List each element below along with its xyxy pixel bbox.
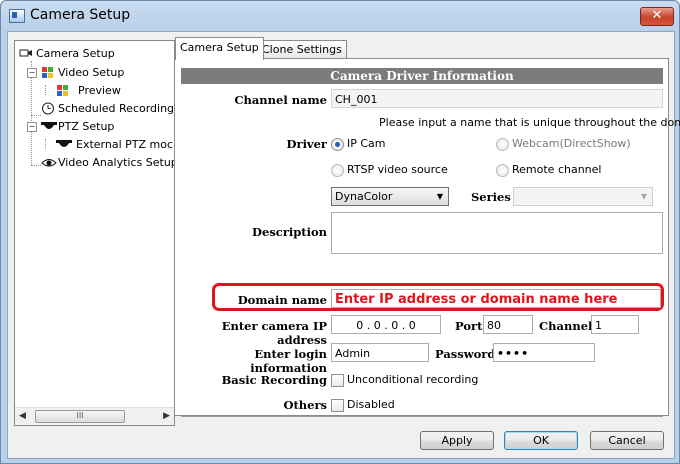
ok-button[interactable]: OK [504,431,578,450]
domain-name-label: Domain name [237,293,327,307]
driver-remote-radio[interactable] [496,164,509,177]
disabled-checkbox[interactable] [331,399,344,412]
ip-address-label: Enter camera IP address [221,319,327,347]
tree-item-preview[interactable]: Preview [56,82,121,98]
scroll-right-icon[interactable]: ▶ [163,411,170,421]
driver-rtsp-radio[interactable] [331,164,344,177]
tree-line [31,165,41,166]
description-field[interactable] [331,212,663,254]
tree-item-video-setup[interactable]: Video Setup [41,64,124,80]
close-icon: ✕ [651,8,663,23]
section-header: Camera Driver Information [181,68,663,84]
settings-tree[interactable]: Camera Setup − Video Setup Preview Sched… [14,40,175,426]
channel-name-hint: Please input a name that is unique throu… [379,116,680,129]
camera-setup-window: Camera Setup ✕ Camera Setup − Video Setu… [0,0,680,464]
brand-dropdown-value: DynaColor [335,190,393,203]
close-button[interactable]: ✕ [640,7,674,26]
tree-item-camera-setup[interactable]: Camera Setup [19,45,115,61]
cancel-button[interactable]: Cancel [590,431,664,450]
series-label: Series [471,190,511,204]
password-label: Password [435,347,496,361]
scroll-left-icon[interactable]: ◀ [19,411,26,421]
tab-clone-settings[interactable]: Clone Settings [257,40,347,59]
camera-setup-panel: Camera Driver Information Channel name C… [174,58,680,417]
tree-line [45,85,46,95]
tree-line [45,139,46,149]
tree-line [31,115,41,116]
port-field[interactable]: 80 [483,315,533,334]
driver-webcam-radio[interactable] [496,138,509,151]
channel-label: Channel [539,319,593,333]
collapse-icon[interactable]: − [27,68,37,78]
camera-icon [19,47,33,59]
chevron-down-icon: ▼ [640,192,647,201]
tree-item-external-ptz[interactable]: External PTZ moc [56,136,173,152]
disabled-label: Disabled [347,398,395,411]
driver-remote-label: Remote channel [512,163,602,176]
scrollbar-thumb[interactable]: III [35,410,125,423]
collapse-icon[interactable]: − [27,122,37,132]
tree-horizontal-scrollbar[interactable]: ◀ III ▶ [15,407,174,425]
driver-webcam-label: Webcam(DirectShow) [512,137,631,150]
driver-rtsp-label: RTSP video source [347,163,448,176]
window-title: Camera Setup [30,7,131,23]
basic-recording-label: Basic Recording [221,373,327,387]
dome-camera-icon [41,120,57,132]
tree-item-scheduled-recording[interactable]: Scheduled Recording [41,100,174,116]
dome-camera-icon [56,138,72,150]
channel-name-label: Channel name [234,93,327,107]
eye-icon [41,156,57,168]
driver-label: Driver [286,137,327,151]
port-label: Port [455,319,483,333]
ip-address-field[interactable]: 0 . 0 . 0 . 0 [331,315,441,334]
preview-grid-icon [56,84,70,96]
unconditional-recording-label: Unconditional recording [347,373,479,386]
tree-item-video-analytics[interactable]: Video Analytics Setup [41,154,174,170]
tree-item-ptz-setup[interactable]: PTZ Setup [41,118,114,134]
password-field[interactable]: •••• [493,343,595,362]
login-label: Enter login information [250,347,327,375]
chevron-down-icon: ▼ [436,192,443,201]
driver-ipcam-label: IP Cam [347,137,386,150]
title-bar[interactable]: Camera Setup ✕ [1,1,679,31]
series-dropdown[interactable]: ▼ [513,187,653,206]
window-icon [9,9,25,23]
video-grid-icon [41,66,55,78]
clock-icon [41,102,55,115]
others-label: Others [283,398,327,412]
tab-camera-setup[interactable]: Camera Setup [175,37,264,60]
domain-name-field[interactable]: Enter IP address or domain name here [331,289,661,308]
brand-dropdown[interactable]: DynaColor ▼ [331,187,449,206]
driver-ipcam-radio[interactable] [331,138,344,151]
description-label: Description [252,225,327,239]
channel-field[interactable]: 1 [591,315,639,334]
unconditional-recording-checkbox[interactable] [331,374,344,387]
divider [181,416,663,417]
channel-name-field[interactable]: CH_001 [331,89,663,108]
login-field[interactable]: Admin [331,343,429,362]
dialog-client-area: Camera Setup − Video Setup Preview Sched… [7,31,680,459]
apply-button[interactable]: Apply [420,431,494,450]
